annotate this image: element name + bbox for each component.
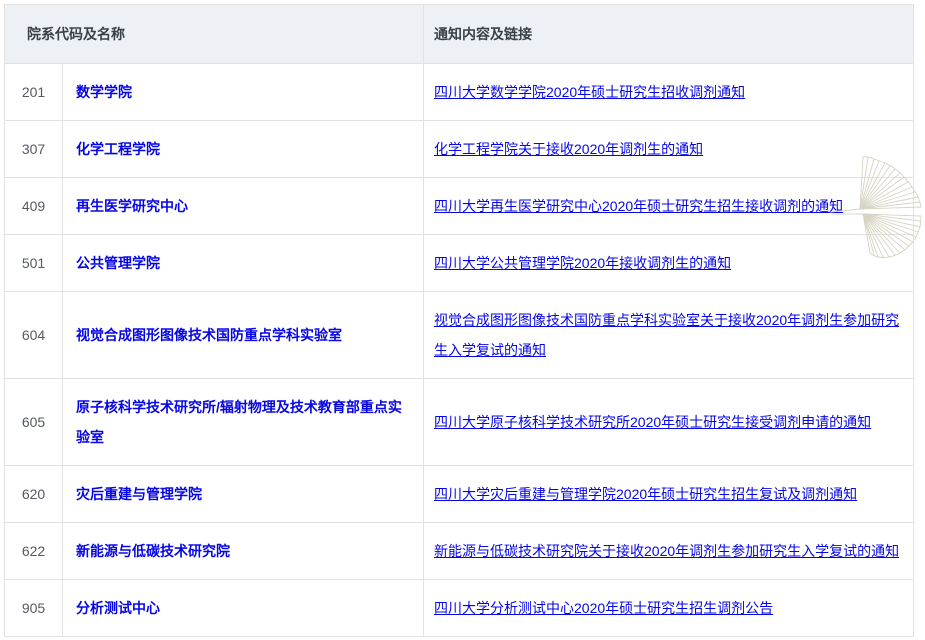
table-row: 201 数学学院 四川大学数学学院2020年硕士研究生招收调剂通知 xyxy=(5,64,914,121)
table-header-dept: 院系代码及名称 xyxy=(5,5,424,64)
dept-code: 622 xyxy=(5,523,63,580)
notices-table-container: 院系代码及名称 通知内容及链接 201 数学学院 四川大学数学学院2020年硕士… xyxy=(4,4,913,637)
table-row: 620 灾后重建与管理学院 四川大学灾后重建与管理学院2020年硕士研究生招生复… xyxy=(5,466,914,523)
table-header-row: 院系代码及名称 通知内容及链接 xyxy=(5,5,914,64)
dept-code: 604 xyxy=(5,292,63,379)
notice-link[interactable]: 四川大学原子核科学技术研究所2020年硕士研究生接受调剂申请的通知 xyxy=(434,414,871,430)
dept-name-link[interactable]: 分析测试中心 xyxy=(76,600,160,616)
notices-table: 院系代码及名称 通知内容及链接 201 数学学院 四川大学数学学院2020年硕士… xyxy=(4,4,914,637)
dept-name-link[interactable]: 新能源与低碳技术研究院 xyxy=(76,543,230,559)
dept-name-link[interactable]: 再生医学研究中心 xyxy=(76,198,188,214)
notice-link[interactable]: 新能源与低碳技术研究院关于接收2020年调剂生参加研究生入学复试的通知 xyxy=(434,543,899,559)
table-row: 604 视觉合成图形图像技术国防重点学科实验室 视觉合成图形图像技术国防重点学科… xyxy=(5,292,914,379)
table-row: 501 公共管理学院 四川大学公共管理学院2020年接收调剂生的通知 xyxy=(5,235,914,292)
dept-name-link[interactable]: 化学工程学院 xyxy=(76,141,160,157)
table-row: 307 化学工程学院 化学工程学院关于接收2020年调剂生的通知 xyxy=(5,121,914,178)
notice-link[interactable]: 四川大学再生医学研究中心2020年硕士研究生招生接收调剂的通知 xyxy=(434,198,843,214)
dept-code: 605 xyxy=(5,379,63,466)
notice-link[interactable]: 视觉合成图形图像技术国防重点学科实验室关于接收2020年调剂生参加研究生入学复试… xyxy=(434,312,899,358)
table-row: 905 分析测试中心 四川大学分析测试中心2020年硕士研究生招生调剂公告 xyxy=(5,580,914,637)
notice-link[interactable]: 四川大学公共管理学院2020年接收调剂生的通知 xyxy=(434,255,731,271)
dept-name-link[interactable]: 公共管理学院 xyxy=(76,255,160,271)
dept-name-link[interactable]: 灾后重建与管理学院 xyxy=(76,486,202,502)
table-row: 622 新能源与低碳技术研究院 新能源与低碳技术研究院关于接收2020年调剂生参… xyxy=(5,523,914,580)
dept-code: 307 xyxy=(5,121,63,178)
dept-name-link[interactable]: 原子核科学技术研究所/辐射物理及技术教育部重点实验室 xyxy=(76,399,402,445)
notice-link[interactable]: 四川大学数学学院2020年硕士研究生招收调剂通知 xyxy=(434,84,745,100)
table-row: 409 再生医学研究中心 四川大学再生医学研究中心2020年硕士研究生招生接收调… xyxy=(5,178,914,235)
dept-name-link[interactable]: 视觉合成图形图像技术国防重点学科实验室 xyxy=(76,327,342,343)
notice-link[interactable]: 四川大学分析测试中心2020年硕士研究生招生调剂公告 xyxy=(434,600,773,616)
table-header-notice: 通知内容及链接 xyxy=(424,5,914,64)
table-row: 605 原子核科学技术研究所/辐射物理及技术教育部重点实验室 四川大学原子核科学… xyxy=(5,379,914,466)
dept-name-link[interactable]: 数学学院 xyxy=(76,84,132,100)
dept-code: 905 xyxy=(5,580,63,637)
dept-code: 409 xyxy=(5,178,63,235)
dept-code: 620 xyxy=(5,466,63,523)
notice-link[interactable]: 化学工程学院关于接收2020年调剂生的通知 xyxy=(434,141,703,157)
dept-code: 201 xyxy=(5,64,63,121)
dept-code: 501 xyxy=(5,235,63,292)
notice-link[interactable]: 四川大学灾后重建与管理学院2020年硕士研究生招生复试及调剂通知 xyxy=(434,486,857,502)
